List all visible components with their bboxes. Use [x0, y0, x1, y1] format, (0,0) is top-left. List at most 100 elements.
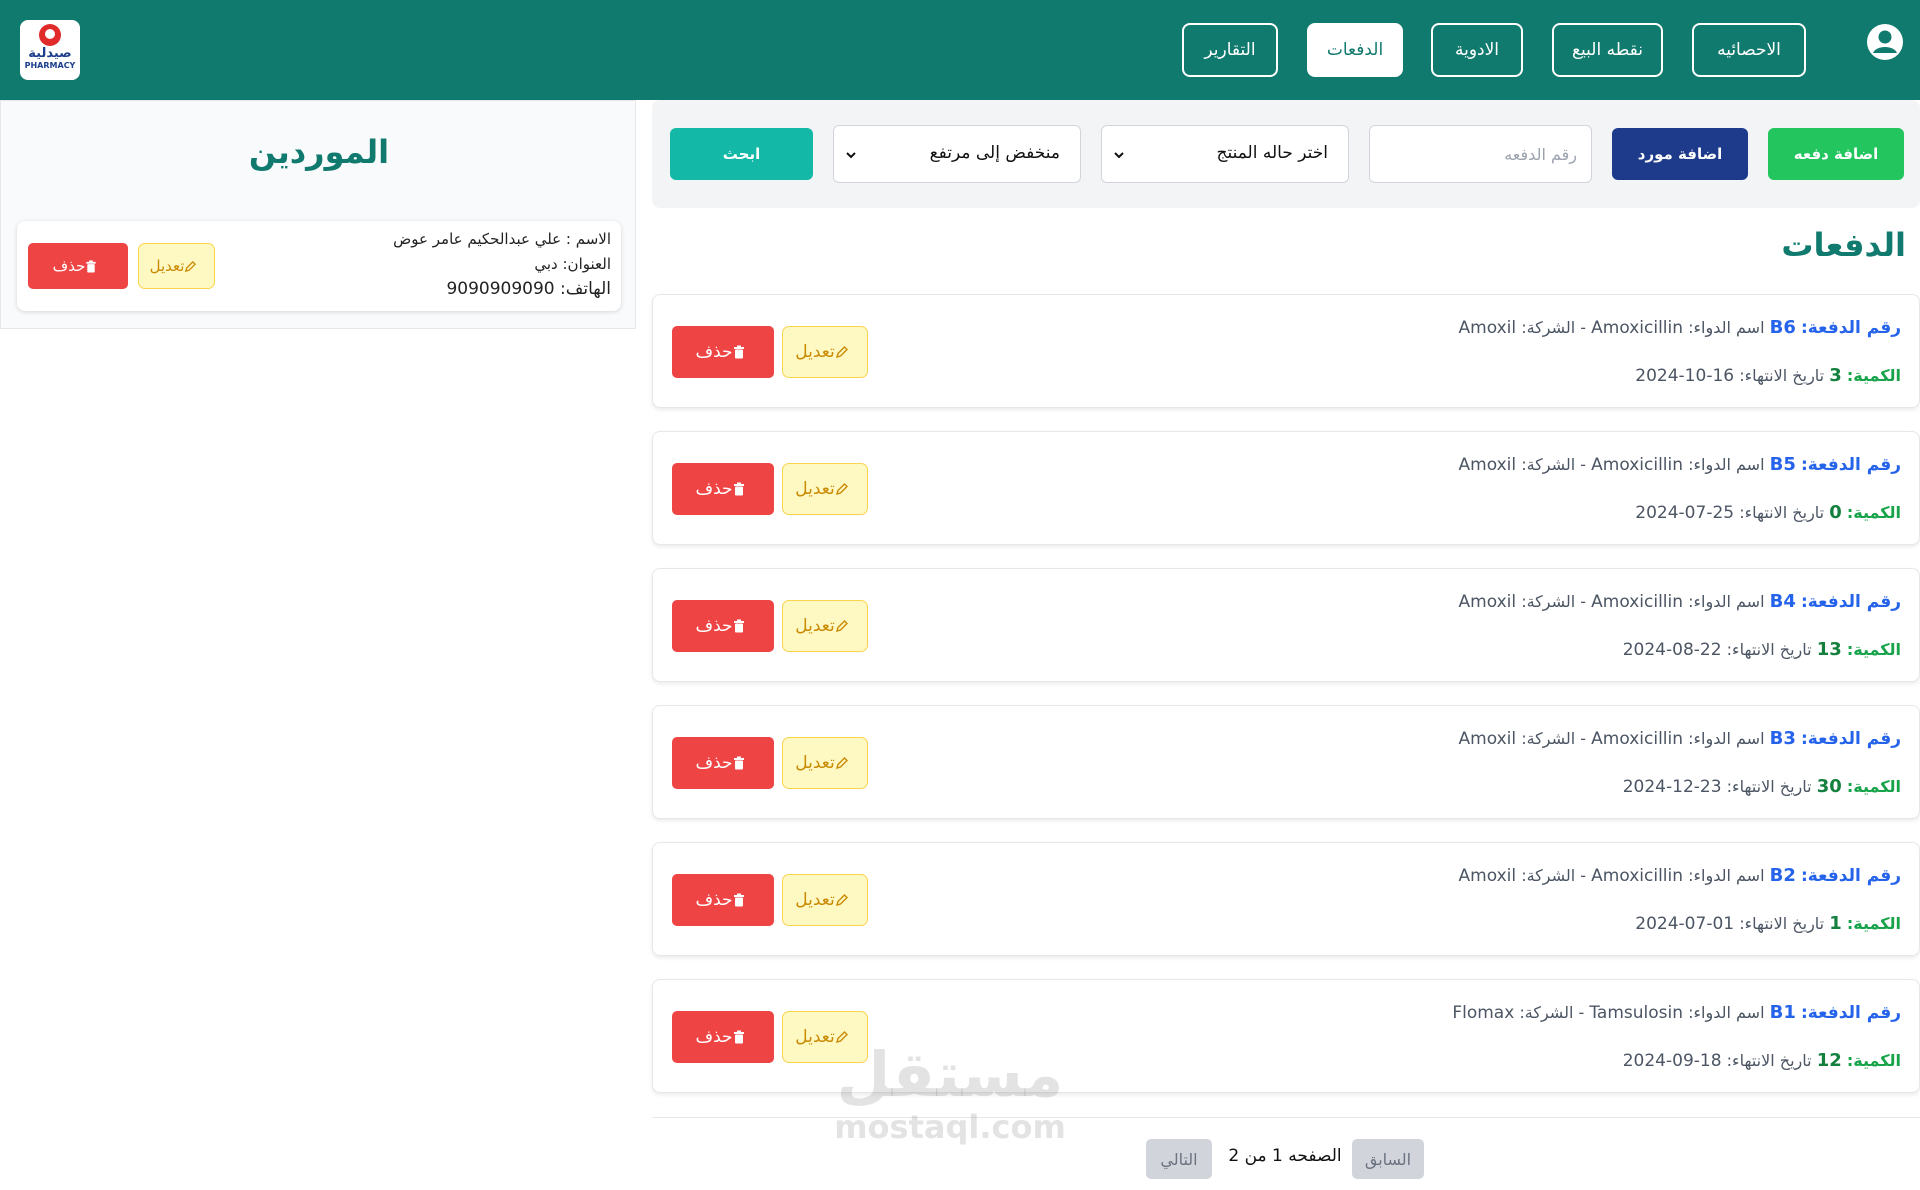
batch-delete-label: حذف: [695, 1027, 733, 1047]
company-name: Amoxil: [1458, 318, 1517, 338]
suppliers-title: الموردين: [248, 133, 390, 171]
batch-card: رقم الدفعة: B6 اسم الدواء: Amoxicillin -…: [652, 294, 1920, 408]
batch-delete-button[interactable]: حذف: [672, 737, 774, 789]
batch-delete-label: حذف: [695, 479, 733, 499]
pencil-icon: [835, 894, 848, 907]
expiry-date: 18-09-2024: [1622, 1051, 1722, 1071]
trash-icon: [733, 756, 744, 770]
trash-icon: [733, 345, 744, 359]
expiry-date: 22-08-2024: [1622, 640, 1722, 660]
batch-number-label: رقم الدفعة:: [1800, 729, 1901, 749]
drug-name-label: اسم الدواء:: [1688, 1003, 1765, 1022]
batch-number-label: رقم الدفعة:: [1800, 1003, 1901, 1023]
batch-edit-button[interactable]: تعديل: [782, 737, 868, 789]
drug-name: Amoxicillin: [1591, 455, 1684, 475]
supplier-delete-label: حذف: [52, 257, 86, 275]
batch-delete-label: حذف: [695, 753, 733, 773]
supplier-edit-label: تعديل: [149, 257, 185, 275]
drug-name: Amoxicillin: [1591, 866, 1684, 886]
supplier-address: العنوان: دبي: [534, 255, 611, 273]
next-page-button[interactable]: التالي: [1146, 1139, 1212, 1179]
batch-edit-button[interactable]: تعديل: [782, 463, 868, 515]
add-supplier-button[interactable]: اضافة مورد: [1612, 128, 1748, 180]
batch-line-main: رقم الدفعة: B3 اسم الدواء: Amoxicillin -…: [1458, 728, 1901, 749]
pharmacy-logo[interactable]: صيدلية PHARMACY: [20, 20, 80, 80]
nav-batches-button[interactable]: الدفعات: [1307, 23, 1403, 77]
batch-edit-button[interactable]: تعديل: [782, 326, 868, 378]
batch-delete-button[interactable]: حذف: [672, 874, 774, 926]
company-label: الشركة:: [1519, 1003, 1574, 1022]
batch-edit-label: تعديل: [795, 342, 835, 362]
expiry-label: تاريخ الانتهاء:: [1739, 366, 1825, 385]
drug-name: Amoxicillin: [1591, 592, 1684, 612]
nav-pos-button[interactable]: نقطه البيع: [1552, 23, 1663, 77]
company-label: الشركة:: [1521, 455, 1576, 474]
batch-edit-label: تعديل: [795, 753, 835, 773]
drug-name: Amoxicillin: [1591, 318, 1684, 338]
batch-edit-button[interactable]: تعديل: [782, 600, 868, 652]
company-name: Amoxil: [1458, 592, 1517, 612]
batch-delete-button[interactable]: حذف: [672, 1011, 774, 1063]
user-circle-icon[interactable]: [1866, 23, 1904, 61]
batch-line-main: رقم الدفعة: B1 اسم الدواء: Tamsulosin - …: [1452, 1002, 1901, 1023]
batch-number: B1: [1769, 1002, 1796, 1023]
quantity-label: الكمية:: [1846, 1051, 1901, 1070]
quantity-value: 30: [1816, 776, 1842, 797]
quantity-value: 3: [1829, 365, 1842, 386]
batch-line-main: رقم الدفعة: B4 اسم الدواء: Amoxicillin -…: [1458, 591, 1901, 612]
nav-reports-button[interactable]: التقارير: [1182, 23, 1278, 77]
sort-select-value: منخفض إلى مرتفع: [929, 143, 1060, 163]
batch-line-main: رقم الدفعة: B5 اسم الدواء: Amoxicillin -…: [1458, 454, 1901, 475]
batches-title: الدفعات: [1781, 226, 1906, 264]
expiry-date: 25-07-2024: [1635, 503, 1735, 523]
trash-icon: [733, 482, 744, 496]
nav-medicines-button[interactable]: الادوية: [1431, 23, 1523, 77]
batches-toolbar: ابحث منخفض إلى مرتفع اختر حاله المنتج اض…: [652, 100, 1920, 208]
batch-edit-button[interactable]: تعديل: [782, 874, 868, 926]
top-navbar: صيدلية PHARMACY التقارير الدفعات الادوية…: [0, 0, 1920, 100]
supplier-info: الاسم : علي عبدالحكيم عامر عوض العنوان: …: [393, 227, 611, 302]
drug-name-label: اسم الدواء:: [1688, 455, 1765, 474]
expiry-label: تاريخ الانتهاء:: [1726, 777, 1812, 796]
chevron-down-icon: [846, 152, 856, 159]
suppliers-panel: الموردين الاسم : علي عبدالحكيم عامر عوض …: [0, 100, 636, 329]
supplier-name: الاسم : علي عبدالحكيم عامر عوض: [393, 230, 611, 248]
expiry-label: تاريخ الانتهاء:: [1739, 914, 1825, 933]
batch-card: رقم الدفعة: B4 اسم الدواء: Amoxicillin -…: [652, 568, 1920, 682]
supplier-edit-button[interactable]: تعديل: [138, 243, 215, 289]
drug-name-label: اسم الدواء:: [1688, 318, 1765, 337]
product-status-select[interactable]: اختر حاله المنتج: [1101, 125, 1349, 183]
trash-icon: [733, 1030, 744, 1044]
watermark-ar: مستقل: [836, 1038, 1064, 1111]
quantity-value: 13: [1816, 639, 1842, 660]
batch-line-details: الكمية: 3 تاريخ الانتهاء: 16-10-2024: [1635, 365, 1901, 386]
company-label: الشركة:: [1521, 592, 1576, 611]
supplier-delete-button[interactable]: حذف: [28, 243, 128, 289]
batch-line-main: رقم الدفعة: B2 اسم الدواء: Amoxicillin -…: [1458, 865, 1901, 886]
add-batch-button[interactable]: اضافة دفعه: [1768, 128, 1904, 180]
pencil-icon: [835, 620, 848, 633]
company-label: الشركة:: [1521, 318, 1576, 337]
pencil-icon: [835, 346, 848, 359]
quantity-value: 0: [1829, 502, 1842, 523]
company-label: الشركة:: [1521, 729, 1576, 748]
batch-card: رقم الدفعة: B3 اسم الدواء: Amoxicillin -…: [652, 705, 1920, 819]
batch-delete-button[interactable]: حذف: [672, 326, 774, 378]
batch-number: B3: [1769, 728, 1796, 749]
quantity-label: الكمية:: [1846, 777, 1901, 796]
drug-name: Amoxicillin: [1591, 729, 1684, 749]
nav-statistics-button[interactable]: الاحصائيه: [1692, 23, 1806, 77]
batch-line-details: الكمية: 0 تاريخ الانتهاء: 25-07-2024: [1635, 502, 1901, 523]
batch-delete-button[interactable]: حذف: [672, 463, 774, 515]
batch-delete-button[interactable]: حذف: [672, 600, 774, 652]
pencil-icon: [835, 757, 848, 770]
sort-select[interactable]: منخفض إلى مرتفع: [833, 125, 1081, 183]
batch-number-input[interactable]: [1369, 125, 1592, 183]
pencil-icon: [185, 260, 197, 273]
batch-number: B6: [1769, 317, 1796, 338]
expiry-label: تاريخ الانتهاء:: [1726, 640, 1812, 659]
company-name: Amoxil: [1458, 729, 1517, 749]
prev-page-button[interactable]: السابق: [1352, 1139, 1424, 1179]
search-button[interactable]: ابحث: [670, 128, 813, 180]
status-select-value: اختر حاله المنتج: [1216, 143, 1329, 163]
